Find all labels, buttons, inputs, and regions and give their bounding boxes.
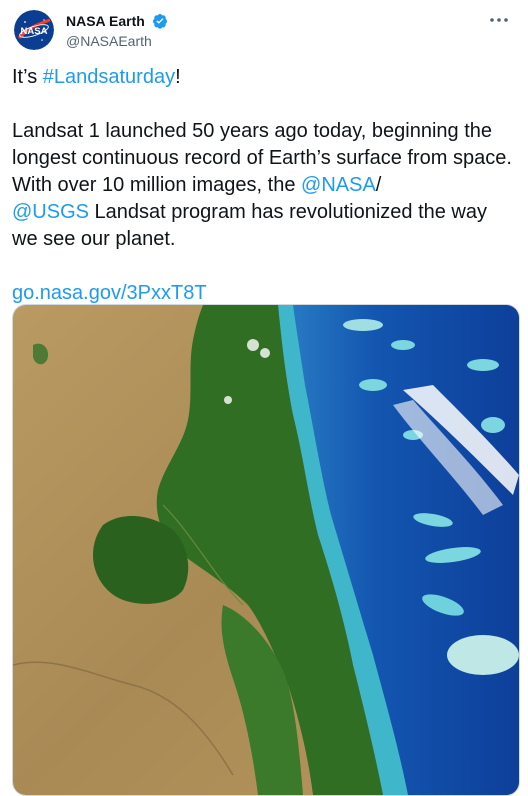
author-names: NASA Earth @NASAEarth (66, 12, 168, 50)
tweet-text: It’s #Landsaturday! Landsat 1 launched 5… (12, 64, 518, 307)
hashtag-link[interactable]: #Landsaturday (43, 66, 175, 88)
author-handle[interactable]: @NASAEarth (66, 32, 168, 50)
mention-nasa-link[interactable]: @NASA (301, 174, 376, 196)
body-paragraph-part1: Landsat 1 launched 50 years ago today, b… (12, 120, 518, 196)
display-name[interactable]: NASA Earth (66, 12, 145, 30)
mention-usgs-link[interactable]: @USGS (12, 201, 89, 223)
avatar[interactable]: NASA (14, 10, 54, 50)
more-options-icon[interactable] (488, 14, 510, 26)
satellite-image-icon (13, 305, 519, 795)
tweet-header: NASA NASA Earth @NASAEarth (12, 10, 516, 54)
slash-text: / (375, 174, 382, 196)
text-prefix: It’s (12, 66, 43, 88)
text-suffix: ! (175, 66, 181, 88)
avatar-text: NASA (21, 26, 48, 37)
nasa-logo-icon: NASA (14, 10, 54, 50)
verified-badge-icon (153, 14, 168, 29)
satellite-image[interactable] (12, 304, 520, 796)
tweet: NASA NASA Earth @NASAEarth It’s #Landsat… (0, 0, 528, 796)
url-link[interactable]: go.nasa.gov/3PxxT8T (12, 282, 207, 304)
